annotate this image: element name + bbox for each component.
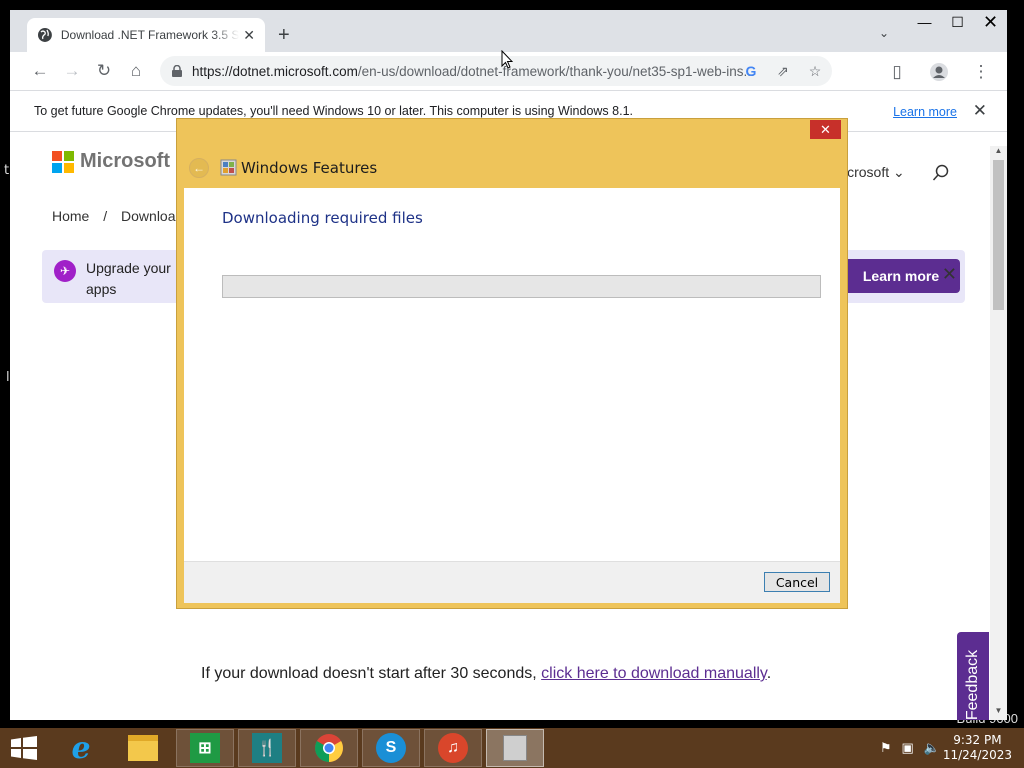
banner-close-icon[interactable]: ✕ [942, 264, 957, 285]
mouse-cursor [501, 50, 513, 69]
google-translate-icon[interactable]: G [742, 62, 760, 80]
profile-icon[interactable] [923, 56, 955, 88]
network-icon[interactable]: ▣ [902, 740, 914, 756]
new-tab-button[interactable]: + [278, 24, 290, 47]
search-icon[interactable] [932, 164, 950, 182]
store-icon: ⊞ [190, 733, 220, 763]
close-window-button[interactable]: ✕ [974, 10, 1007, 34]
taskbar-app-store[interactable]: ⊞ [176, 729, 234, 767]
chrome-icon [315, 734, 343, 762]
headphones-icon: ♫ [438, 733, 468, 763]
taskbar-app-windows-features[interactable] [486, 729, 544, 767]
scroll-down-arrow[interactable]: ▼ [990, 706, 1007, 720]
window-controls: — ☐ ✕ [908, 10, 1007, 34]
banner-text: Upgrade your apps [86, 260, 171, 297]
menu-icon[interactable]: ⋮ [965, 56, 997, 88]
home-button[interactable]: ⌂ [120, 55, 152, 87]
desktop-fragment: t [4, 163, 10, 178]
scroll-thumb[interactable] [993, 160, 1004, 310]
clock-time: 9:32 PM [953, 733, 1002, 747]
share-icon[interactable]: ⇗ [774, 62, 792, 80]
cancel-button[interactable]: Cancel [764, 572, 830, 592]
taskbar-app-chrome[interactable] [300, 729, 358, 767]
volume-muted-icon[interactable]: 🔈 [924, 740, 940, 756]
browser-tab[interactable]: Download .NET Framework 3.5 SP1 ✕ [27, 18, 265, 52]
system-tray: ⚑ ▣ 🔈 [880, 740, 940, 756]
infobar-learn-more-link[interactable]: Learn more [893, 105, 957, 119]
windows-start-icon[interactable] [10, 736, 38, 760]
folder-icon [128, 735, 158, 761]
microsoft-logo-icon [52, 150, 74, 173]
breadcrumb-home[interactable]: Home [52, 208, 89, 224]
clock-date: 11/24/2023 [942, 748, 1012, 762]
breadcrumb-download[interactable]: Downloa [121, 208, 175, 224]
tab-title: Download .NET Framework 3.5 SP1 [60, 28, 240, 42]
side-panel-icon[interactable]: ▯ [881, 56, 913, 88]
feedback-button[interactable]: Feedback [957, 632, 989, 720]
flag-icon[interactable]: ⚑ [880, 740, 892, 756]
taskbar-app-file-explorer[interactable] [114, 729, 172, 767]
infobar-close-icon[interactable]: ✕ [973, 101, 987, 121]
url-text: https://dotnet.microsoft.com/en-us/downl… [192, 63, 755, 79]
address-bar[interactable]: https://dotnet.microsoft.com/en-us/downl… [160, 56, 832, 86]
page-scrollbar[interactable]: ▲ ▼ [990, 146, 1007, 720]
minimize-button[interactable]: — [908, 10, 941, 34]
breadcrumb-separator: / [103, 208, 108, 224]
windows-features-taskbar-icon [503, 735, 527, 761]
dialog-close-button[interactable]: ✕ [810, 120, 841, 139]
taskbar-app-food-drink[interactable]: 🍴 [238, 729, 296, 767]
taskbar: e ⊞ 🍴 S ♫ ⚑ ▣ 🔈 9:32 PM 11/24/2023 [0, 728, 1024, 768]
tab-search-button[interactable]: ⌄ [879, 26, 889, 40]
dialog-footer: Cancel [184, 561, 840, 603]
back-arrow-icon[interactable]: ← [189, 158, 209, 178]
back-button[interactable]: ← [24, 55, 56, 87]
windows-features-dialog: ✕ ← Windows Features Downloading require… [176, 118, 848, 609]
fork-knife-icon: 🍴 [252, 733, 282, 763]
all-microsoft-menu[interactable]: icrosoft ⌄ [844, 164, 905, 181]
maximize-button[interactable]: ☐ [941, 10, 974, 34]
microsoft-logo[interactable]: Microsoft [52, 150, 170, 173]
infobar-text: To get future Google Chrome updates, you… [34, 104, 633, 118]
dialog-heading: Downloading required files [222, 209, 423, 227]
microsoft-logo-text: Microsoft [80, 150, 170, 172]
forward-button[interactable]: → [56, 55, 88, 87]
download-progress-bar [222, 275, 821, 298]
internet-explorer-icon: e [71, 730, 91, 766]
omnibox-icons: G ⇗ ☆ [742, 62, 824, 80]
windows-features-icon [220, 159, 237, 176]
taskbar-app-skype[interactable]: S [362, 729, 420, 767]
skype-icon: S [376, 733, 406, 763]
manual-download-link[interactable]: click here to download manually [541, 665, 767, 682]
taskbar-app-music[interactable]: ♫ [424, 729, 482, 767]
reload-button[interactable]: ↻ [88, 55, 120, 87]
globe-icon [37, 28, 52, 42]
rocket-icon: ✈ [54, 260, 76, 282]
dialog-title: Windows Features [241, 159, 378, 177]
taskbar-app-internet-explorer[interactable]: e [52, 729, 110, 767]
bookmark-star-icon[interactable]: ☆ [806, 62, 824, 80]
breadcrumb: Home / Downloa [52, 208, 176, 224]
clock[interactable]: 9:32 PM 11/24/2023 [943, 733, 1012, 763]
tab-close-icon[interactable]: ✕ [243, 27, 255, 44]
lock-icon [172, 65, 182, 77]
toolbar-right: ▯ ⋮ [881, 56, 997, 88]
manual-download-text: If your download doesn't start after 30 … [201, 665, 772, 682]
dialog-body: Downloading required files [184, 188, 840, 561]
scroll-up-arrow[interactable]: ▲ [990, 146, 1007, 160]
